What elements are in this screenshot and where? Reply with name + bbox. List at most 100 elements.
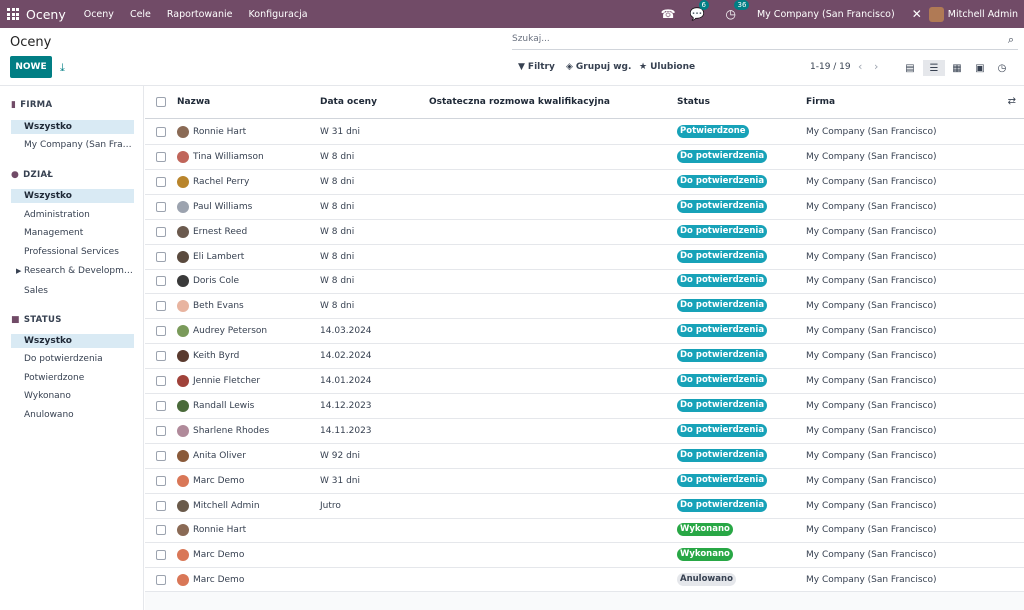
table-row[interactable]: Anita Oliver W 92 dni Do potwierdzenia My C…	[145, 444, 1024, 469]
row-checkbox[interactable]	[156, 176, 166, 187]
table-row[interactable]: Marc Demo Anulowano My Company (San Franci…	[145, 568, 1024, 594]
appraisal-date: W 31 dni	[320, 475, 360, 486]
pager-value[interactable]: 1-19 / 19	[810, 62, 851, 72]
table-row[interactable]: Keith Byrd 14.02.2024 Do potwierdzenia My C…	[145, 344, 1024, 370]
table-row[interactable]: Ronnie Hart W 31 dni Potwierdzone My Compan…	[145, 120, 1024, 145]
status-badge: Do potwierdzenia	[677, 374, 768, 387]
page-title: Oceny	[10, 35, 52, 50]
table-row[interactable]: Jennie Fletcher 14.01.2024 Do potwierdzeni…	[145, 369, 1024, 394]
row-checkbox[interactable]	[156, 301, 166, 312]
pager-next-icon[interactable]: ›	[874, 60, 878, 73]
row-checkbox[interactable]	[156, 201, 166, 212]
row-checkbox[interactable]	[156, 276, 166, 287]
filter-firma-my-company[interactable]: My Company (San Francisco)	[11, 138, 134, 152]
menu-item-konfiguracja[interactable]: Konfiguracja	[249, 9, 308, 20]
list-view-icon[interactable]: ☰	[923, 60, 945, 76]
column-header-final-interview[interactable]: Ostateczna rozmowa kwalifikacyjna	[429, 97, 610, 107]
table-row[interactable]: Ronnie Hart Wykonano My Company (San Franc…	[145, 518, 1024, 544]
user-avatar[interactable]	[928, 6, 944, 22]
filter-dzial-all[interactable]: Wszystko	[11, 189, 134, 203]
phone-icon[interactable]: ☎	[661, 7, 676, 21]
filter-dzial-administration[interactable]: Administration	[11, 208, 134, 222]
filter-firma-all[interactable]: Wszystko	[11, 120, 134, 134]
groupby-button[interactable]: ◈ Grupuj wg.	[566, 62, 631, 72]
filter-status-cancelled[interactable]: Anulowano	[11, 408, 134, 422]
table-row[interactable]: Doris Cole W 8 dni Do potwierdzenia My Comp…	[145, 269, 1024, 295]
activity-view-icon[interactable]: ▦	[946, 60, 968, 76]
row-checkbox[interactable]	[156, 376, 166, 386]
company-switcher[interactable]: My Company (San Francisco)	[757, 9, 895, 20]
table-row[interactable]: Tina Williamson W 8 dni Do potwierdzenia My…	[145, 145, 1024, 170]
chat-icon[interactable]: 💬 6	[690, 0, 709, 21]
row-checkbox[interactable]	[156, 450, 166, 461]
row-checkbox[interactable]	[156, 251, 166, 262]
row-checkbox[interactable]	[156, 575, 166, 586]
company-name: My Company (San Francisco)	[806, 475, 937, 486]
employee-avatar	[177, 126, 189, 138]
table-row[interactable]: Audrey Peterson 14.03.2024 Do potwierdzeni…	[145, 319, 1024, 345]
column-header-date[interactable]: Data oceny	[320, 97, 377, 107]
column-header-company[interactable]: Firma	[806, 97, 835, 107]
apps-grid-icon[interactable]	[7, 8, 19, 20]
tools-icon[interactable]: ✕	[912, 7, 922, 21]
column-header-name[interactable]: Nazwa	[177, 97, 210, 107]
employee-name: Anita Oliver	[193, 450, 246, 461]
menu-item-oceny[interactable]: Oceny	[84, 9, 114, 20]
filter-dzial-research-development[interactable]: Research & Development	[11, 264, 134, 278]
download-icon[interactable]: ⤓	[60, 61, 65, 75]
row-checkbox[interactable]	[156, 500, 166, 511]
row-checkbox[interactable]	[156, 525, 166, 536]
app-name[interactable]: Oceny	[26, 7, 66, 22]
filter-status-pending[interactable]: Do potwierdzenia	[11, 352, 134, 366]
menu-item-cele[interactable]: Cele	[130, 9, 151, 20]
employee-name: Marc Demo	[193, 550, 245, 561]
table-row[interactable]: Sharlene Rhodes 14.11.2023 Do potwierdzeni…	[145, 419, 1024, 444]
table-row[interactable]: Randall Lewis 14.12.2023 Do potwierdzenia M…	[145, 394, 1024, 419]
row-checkbox[interactable]	[156, 127, 166, 137]
menu-item-raportowanie[interactable]: Raportowanie	[167, 9, 233, 20]
filter-dzial-management[interactable]: Management	[11, 226, 134, 240]
row-checkbox[interactable]	[156, 226, 166, 237]
clock-view-icon[interactable]: ◷	[991, 60, 1013, 76]
employee-avatar	[177, 275, 189, 288]
building-icon: ▮	[11, 100, 17, 110]
filters-button[interactable]: ▼ Filtry	[518, 62, 555, 72]
employee-avatar	[177, 399, 189, 412]
employee-avatar	[177, 474, 189, 487]
table-row[interactable]: Eli Lambert W 8 dni Do potwierdzenia My Com…	[145, 245, 1024, 270]
row-checkbox[interactable]	[156, 425, 166, 436]
appraisal-date: W 8 dni	[320, 251, 355, 262]
filter-status-confirmed[interactable]: Potwierdzone	[11, 371, 134, 385]
table-row[interactable]: Paul Williams W 8 dni Do potwierdzenia My C…	[145, 195, 1024, 220]
filter-dzial-sales[interactable]: Sales	[11, 284, 134, 298]
row-checkbox[interactable]	[156, 475, 166, 486]
table-row[interactable]: Rachel Perry W 8 dni Do potwierdzenia My Co…	[145, 170, 1024, 195]
table-row[interactable]: Mitchell Admin Jutro Do potwierdzenia My Co…	[145, 494, 1024, 519]
pager-prev-icon[interactable]: ‹	[858, 60, 862, 73]
filter-dzial-professional-services[interactable]: Professional Services	[11, 245, 134, 259]
optional-columns-icon[interactable]: ⇄	[1008, 96, 1016, 107]
row-checkbox[interactable]	[156, 151, 166, 162]
row-checkbox[interactable]	[156, 400, 166, 411]
table-row[interactable]: Ernest Reed W 8 dni Do potwierdzenia My Com…	[145, 220, 1024, 245]
row-checkbox[interactable]	[156, 550, 166, 561]
row-checkbox[interactable]	[156, 351, 166, 362]
user-name[interactable]: Mitchell Admin	[948, 9, 1018, 20]
search-input[interactable]	[512, 30, 982, 48]
favorites-button[interactable]: ★ Ulubione	[639, 62, 695, 72]
filter-status-done[interactable]: Wykonano	[11, 389, 134, 403]
new-button[interactable]: NOWE	[10, 56, 52, 78]
table-row[interactable]: Beth Evans W 8 dni Do potwierdzenia My Comp…	[145, 294, 1024, 320]
table-row[interactable]: Marc Demo W 31 dni Do potwierdzenia My Comp…	[145, 469, 1024, 494]
clock-icon[interactable]: ◷ 36	[725, 0, 750, 21]
table-row[interactable]: Marc Demo Wykonano My Company (San Francis…	[145, 543, 1024, 569]
calendar-view-icon[interactable]: ▣	[969, 60, 991, 76]
row-checkbox[interactable]	[156, 326, 166, 337]
employee-name: Doris Cole	[193, 276, 240, 287]
column-header-status[interactable]: Status	[677, 97, 710, 107]
kanban-view-icon[interactable]: ▤	[899, 60, 921, 76]
filter-status-all[interactable]: Wszystko	[11, 334, 134, 348]
appraisal-date: W 31 dni	[320, 127, 360, 137]
select-all-checkbox[interactable]	[156, 97, 166, 107]
search-icon[interactable]: ⌕	[1008, 33, 1014, 47]
